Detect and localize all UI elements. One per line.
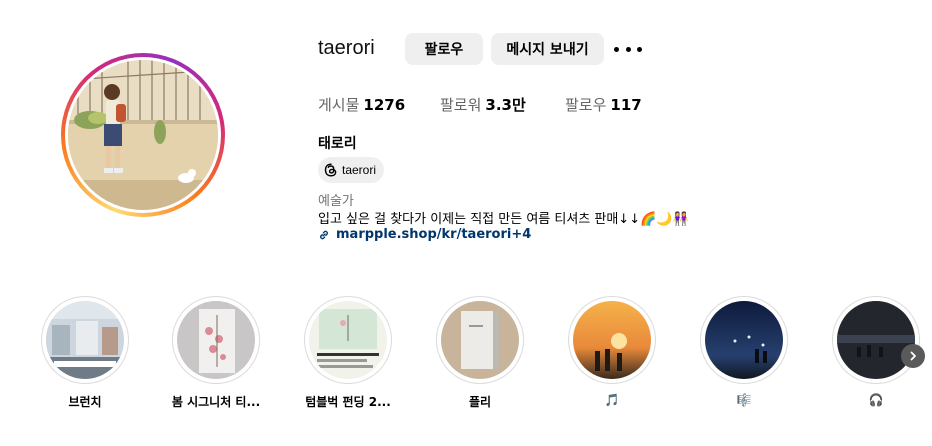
highlight-cover xyxy=(832,296,920,384)
followers-count: 3.3만 xyxy=(485,96,526,114)
more-options-icon[interactable] xyxy=(614,40,642,58)
highlight-cover xyxy=(568,296,656,384)
threads-badge[interactable]: taerori xyxy=(318,157,385,183)
bio-text: 입고 싶은 걸 찾다가 이제는 직접 만든 여름 티셔츠 판매↓↓🌈🌙👭 xyxy=(318,212,689,227)
highlight-image xyxy=(177,301,255,379)
highlight-cover xyxy=(304,296,392,384)
highlight-cover xyxy=(436,296,524,384)
highlight-item[interactable]: 플리 xyxy=(435,296,525,409)
profile-link[interactable]: marpple.shop/kr/taerori+4 xyxy=(318,227,531,242)
highlight-label: 🎧 xyxy=(868,393,884,407)
highlight-label: 🎵 xyxy=(604,393,620,407)
chevron-right-glyph xyxy=(910,351,916,361)
posts-label: 게시물 xyxy=(318,96,360,114)
highlight-label: 봄 시그니처 티... xyxy=(171,395,261,409)
following-stat[interactable]: 팔로우 117 xyxy=(565,94,642,115)
highlight-item[interactable]: 🎧 xyxy=(831,296,921,407)
avatar-illustration xyxy=(68,60,218,210)
send-message-button[interactable]: 메시지 보내기 xyxy=(491,33,604,65)
highlight-image xyxy=(309,301,387,379)
highlight-cover xyxy=(41,296,129,384)
posts-stat: 게시물 1276 xyxy=(318,94,405,115)
profile-avatar[interactable] xyxy=(68,60,218,210)
avatar-border xyxy=(65,57,221,213)
following-label: 팔로우 xyxy=(565,96,607,114)
chevron-right-icon[interactable] xyxy=(901,344,925,368)
highlight-item[interactable]: 🎼 xyxy=(699,296,789,407)
full-name: 태로리 xyxy=(318,136,357,152)
highlight-item[interactable]: 🎵 xyxy=(567,296,657,407)
highlight-image xyxy=(837,301,915,379)
highlight-label: 플리 xyxy=(468,395,492,409)
profile-avatar-ring[interactable] xyxy=(61,53,225,217)
more-dot xyxy=(614,46,619,52)
highlight-label: 🎼 xyxy=(736,393,752,407)
highlight-label: 텀블벅 펀딩 2... xyxy=(305,395,391,409)
followers-stat[interactable]: 팔로워 3.3만 xyxy=(440,94,526,115)
posts-count: 1276 xyxy=(363,96,406,114)
highlight-cover xyxy=(700,296,788,384)
more-dot xyxy=(637,46,642,52)
highlight-item[interactable]: 텀블벅 펀딩 2... xyxy=(303,296,393,409)
following-count: 117 xyxy=(610,96,642,114)
more-dot xyxy=(625,46,631,52)
link-icon xyxy=(320,230,328,239)
threads-handle: taerori xyxy=(342,163,377,177)
highlight-image xyxy=(705,301,783,379)
highlight-image xyxy=(573,301,651,379)
highlight-image xyxy=(441,301,519,379)
highlight-image xyxy=(46,301,124,379)
highlight-item[interactable]: 브런치 xyxy=(40,296,130,409)
username: taerori xyxy=(318,37,375,59)
follow-button[interactable]: 팔로우 xyxy=(405,33,483,65)
highlight-item[interactable]: 봄 시그니처 티... xyxy=(171,296,261,409)
threads-icon xyxy=(324,163,337,177)
profile-category: 예술가 xyxy=(318,194,354,209)
highlight-label: 브런치 xyxy=(68,395,102,409)
highlight-cover xyxy=(172,296,260,384)
followers-label: 팔로워 xyxy=(440,96,482,114)
profile-link-text: marpple.shop/kr/taerori+4 xyxy=(336,227,532,242)
